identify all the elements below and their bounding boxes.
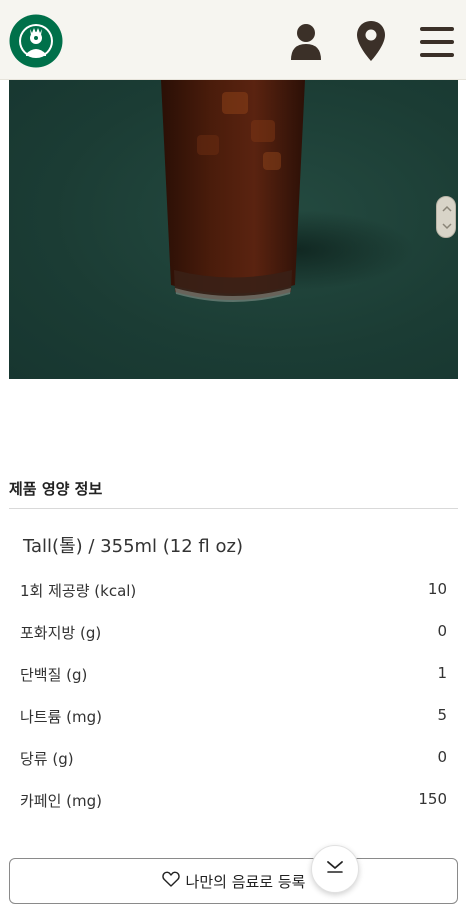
nutrition-row-kcal: 1회 제공량 (kcal) 10 bbox=[20, 580, 447, 602]
location-pin-icon[interactable] bbox=[356, 20, 386, 66]
scroll-handle[interactable] bbox=[436, 196, 456, 238]
register-my-drink-button[interactable]: 나만의 음료로 등록 bbox=[9, 858, 458, 904]
nutrition-label: 단백질 (g) bbox=[20, 666, 88, 684]
scroll-down-button[interactable] bbox=[311, 845, 359, 893]
menu-icon[interactable] bbox=[420, 26, 454, 62]
product-image bbox=[9, 80, 458, 379]
nutrition-value: 5 bbox=[437, 706, 447, 724]
nutrition-value: 0 bbox=[437, 622, 447, 640]
serving-size: Tall(톨) / 355ml (12 fl oz) bbox=[23, 536, 243, 557]
register-button-label: 나만의 음료로 등록 bbox=[185, 872, 306, 891]
nutrition-label: 당류 (g) bbox=[20, 750, 74, 768]
nutrition-label: 1회 제공량 (kcal) bbox=[20, 582, 137, 600]
nutrition-row-sugar: 당류 (g) 0 bbox=[20, 748, 447, 770]
nutrition-row-saturated-fat: 포화지방 (g) 0 bbox=[20, 622, 447, 644]
nutrition-row-sodium: 나트륨 (mg) 5 bbox=[20, 706, 447, 728]
starbucks-logo[interactable] bbox=[9, 14, 63, 68]
nutrition-label: 카페인 (mg) bbox=[20, 792, 103, 810]
nutrition-value: 0 bbox=[437, 748, 447, 766]
user-icon[interactable] bbox=[290, 22, 322, 64]
nutrition-value: 150 bbox=[418, 790, 447, 808]
nutrition-section-title: 제품 영양 정보 bbox=[9, 480, 103, 498]
nutrition-row-caffeine: 카페인 (mg) 150 bbox=[20, 790, 447, 812]
divider bbox=[9, 508, 458, 509]
nutrition-label: 나트륨 (mg) bbox=[20, 708, 103, 726]
nutrition-value: 1 bbox=[437, 664, 447, 682]
nutrition-label: 포화지방 (g) bbox=[20, 624, 102, 642]
heart-outline-icon bbox=[161, 871, 180, 891]
top-header bbox=[0, 0, 466, 80]
nutrition-row-protein: 단백질 (g) 1 bbox=[20, 664, 447, 686]
chevron-down-icon bbox=[325, 859, 345, 879]
nutrition-value: 10 bbox=[427, 580, 447, 598]
